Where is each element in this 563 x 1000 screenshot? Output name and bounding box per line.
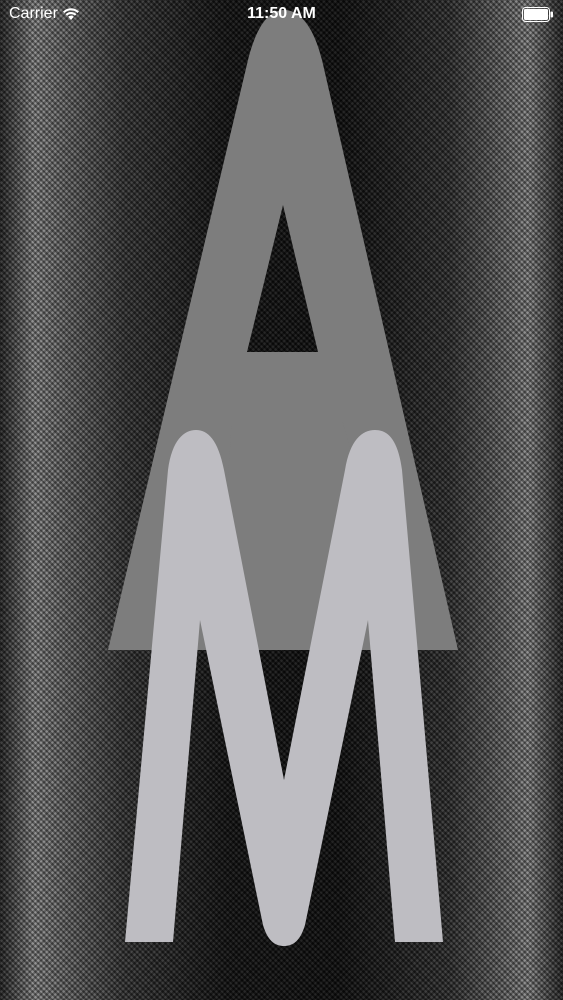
status-time: 11:50 AM: [247, 5, 316, 22]
splash-screen: Carrier 11:50 AM: [0, 0, 563, 1000]
status-bar: Carrier 11:50 AM: [0, 0, 563, 30]
logo-letter-a-crossbar: [228, 420, 358, 475]
am-monogram-logo: [108, 10, 458, 946]
battery-full-icon: [522, 7, 553, 22]
